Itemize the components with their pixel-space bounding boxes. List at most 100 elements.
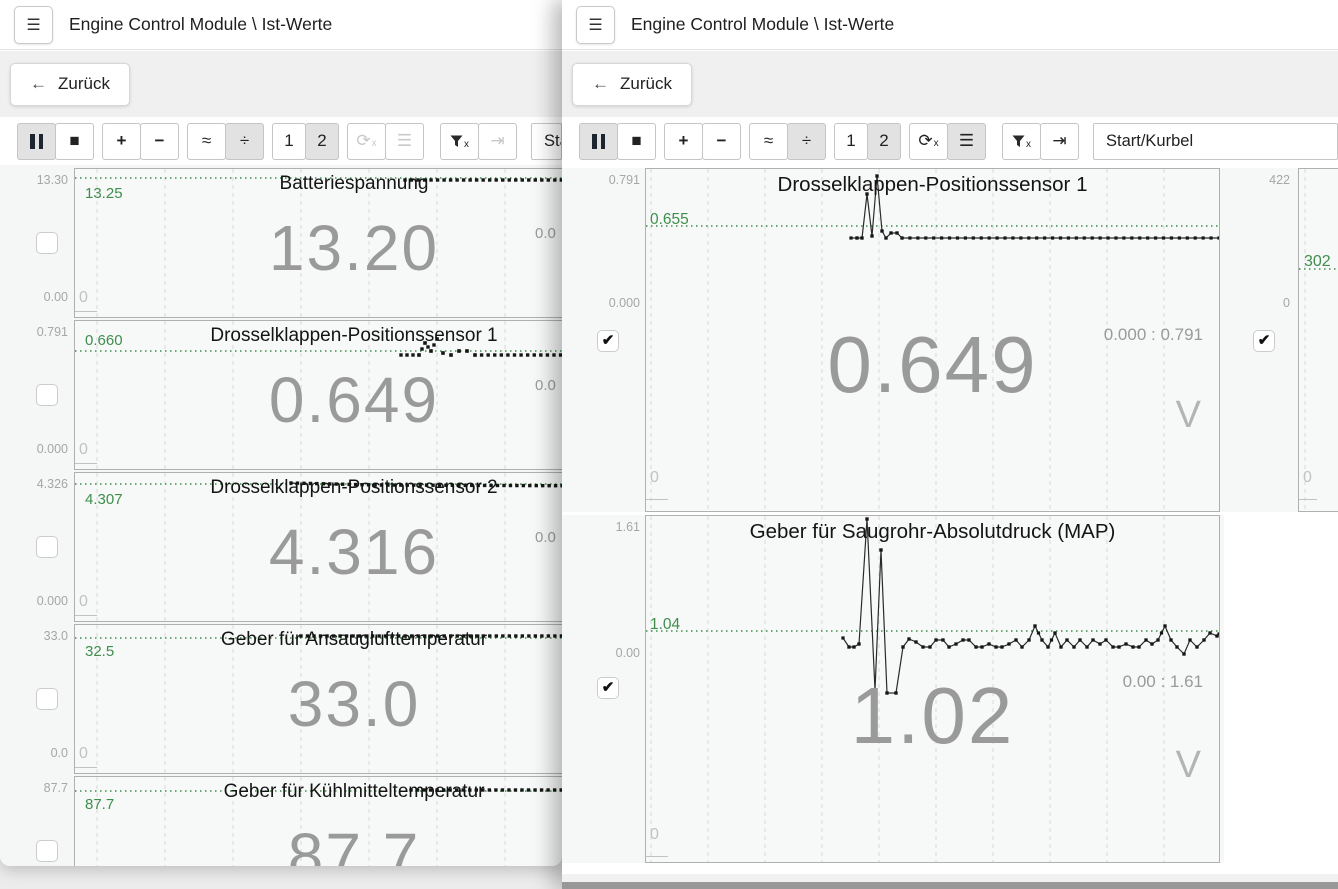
current-value: 0.649 <box>75 363 562 437</box>
current-value: 87.7 <box>75 819 562 866</box>
pause-button[interactable] <box>579 123 618 160</box>
back-button[interactable]: ← Zurück <box>10 63 130 106</box>
panel-checkbox[interactable] <box>597 677 619 699</box>
trigger-label: Sta <box>544 132 562 151</box>
charts-area: 13.30 0.00 Batteriespannung 13.25 13.20 … <box>0 165 562 866</box>
page-1-label: 1 <box>846 131 855 151</box>
refresh-x-icon: ⟳x <box>918 131 938 151</box>
panel-checkbox[interactable] <box>597 330 619 352</box>
zoom-out-button[interactable]: − <box>140 123 179 160</box>
refresh-x-icon: ⟳x <box>356 131 376 151</box>
wave-icon: ≈ <box>202 131 211 151</box>
jump-end-button[interactable]: ⇥ <box>1040 123 1079 160</box>
page-1-button[interactable]: 1 <box>834 123 868 160</box>
jump-end-button[interactable]: ⇥ <box>478 123 517 160</box>
back-button[interactable]: ← Zurück <box>572 63 692 106</box>
origin-label: 0 <box>650 826 659 844</box>
chart-row: 0.791 0.000 Drosselklappen-Positionssens… <box>562 168 1338 512</box>
origin-label: 0 <box>650 469 659 487</box>
origin-label: 0 <box>1303 469 1312 487</box>
panel-checkbox[interactable] <box>36 232 58 254</box>
page-2-button[interactable]: 2 <box>867 123 901 160</box>
curve-mode-button[interactable]: ≈ <box>187 123 226 160</box>
chart-title: Geber für Ansauglufttemperatur <box>75 629 562 651</box>
panel-checkbox[interactable] <box>1253 330 1275 352</box>
split-mode-button[interactable]: ÷ <box>787 123 826 160</box>
range-label: 0.00 : 1.61 <box>1123 672 1203 692</box>
origin-tick <box>75 615 97 616</box>
pause-button[interactable] <box>17 123 56 160</box>
range-label: 0.0 <box>535 225 556 242</box>
chart-row: 87.7 Geber für Kühlmitteltemperatur 87.7… <box>0 776 562 866</box>
window-right: ☰ Engine Control Module \ Ist-Werte ← Zu… <box>562 0 1338 889</box>
list-button[interactable]: ☰ <box>947 123 986 160</box>
divide-icon: ÷ <box>802 131 811 151</box>
chart-panel: Drosselklappen-Positionssensor 1 0.655 0… <box>645 168 1220 512</box>
page-title: Engine Control Module \ Ist-Werte <box>631 14 894 35</box>
chart-title: Geber für Kühlmitteltemperatur <box>75 781 562 803</box>
range-label: 0.000 : 0.791 <box>1104 325 1203 345</box>
list-icon: ☰ <box>397 131 412 151</box>
divide-icon: ÷ <box>240 131 249 151</box>
filter-x-icon: x <box>1012 132 1031 150</box>
plus-icon: + <box>679 131 689 151</box>
y-max-label: 1.61 <box>562 520 640 534</box>
scrollbar-thumb[interactable] <box>562 882 1338 889</box>
zoom-in-button[interactable]: + <box>102 123 141 160</box>
skip-end-icon: ⇥ <box>1052 131 1066 151</box>
filter-clear-button[interactable]: x <box>440 123 479 160</box>
range-label: 0.0 <box>535 377 556 394</box>
plus-icon: + <box>117 131 127 151</box>
curve-mode-button[interactable]: ≈ <box>749 123 788 160</box>
stop-button[interactable]: ■ <box>617 123 656 160</box>
y-max-label: 422 <box>1257 173 1290 187</box>
refresh-clear-button[interactable]: ⟳x <box>909 123 948 160</box>
page-1-button[interactable]: 1 <box>272 123 306 160</box>
chart-panel: Geber für Saugrohr-Absolutdruck (MAP) 1.… <box>645 515 1220 863</box>
chart-panel: Batteriespannung 13.25 13.20 0.0 0 <box>74 168 562 318</box>
list-button[interactable]: ☰ <box>385 123 424 160</box>
chart-row: 1.61 0.00 Geber für Saugrohr-Absolutdruc… <box>562 515 1224 863</box>
menu-icon: ☰ <box>588 15 602 35</box>
y-max-label: 13.30 <box>0 173 68 187</box>
backbar: ← Zurück <box>562 51 1338 117</box>
y-min-label: 0.0 <box>0 746 68 760</box>
chart-title: Batteriespannung <box>75 173 562 195</box>
y-min-label: 0.00 <box>562 646 640 660</box>
chart-row: 4.326 0.000 Drosselklappen-Positionssens… <box>0 472 562 622</box>
zoom-out-button[interactable]: − <box>702 123 741 160</box>
marker-label: 87.7 <box>85 796 114 813</box>
page-2-button[interactable]: 2 <box>305 123 339 160</box>
chart-panel-side: 302 0 <box>1298 168 1338 512</box>
chart-canvas <box>1299 169 1337 511</box>
current-value: 13.20 <box>75 211 562 285</box>
filter-clear-button[interactable]: x <box>1002 123 1041 160</box>
wave-icon: ≈ <box>764 131 773 151</box>
origin-tick <box>1299 499 1317 500</box>
page-1-label: 1 <box>284 131 293 151</box>
panel-checkbox[interactable] <box>36 688 58 710</box>
panel-checkbox[interactable] <box>36 384 58 406</box>
split-mode-button[interactable]: ÷ <box>225 123 264 160</box>
refresh-clear-button[interactable]: ⟳x <box>347 123 386 160</box>
titlebar: ☰ Engine Control Module \ Ist-Werte <box>0 0 562 50</box>
y-max-label: 87.7 <box>0 781 68 795</box>
chart-title: Drosselklappen-Positionssensor 2 <box>75 477 562 499</box>
marker-label: 13.25 <box>85 185 123 202</box>
panel-checkbox[interactable] <box>36 840 58 862</box>
unit-label: V <box>1176 744 1201 787</box>
panel-checkbox[interactable] <box>36 536 58 558</box>
chart-panel: Geber für Ansauglufttemperatur 32.5 33.0… <box>74 624 562 774</box>
pause-icon <box>30 134 43 149</box>
zoom-in-button[interactable]: + <box>664 123 703 160</box>
menu-button[interactable]: ☰ <box>576 6 615 44</box>
back-arrow-icon: ← <box>30 74 47 94</box>
horizontal-scrollbar[interactable] <box>562 874 1338 889</box>
y-min-label: 0.00 <box>0 290 68 304</box>
menu-button[interactable]: ☰ <box>14 6 53 44</box>
stop-button[interactable]: ■ <box>55 123 94 160</box>
trigger-select[interactable]: Sta <box>531 123 562 160</box>
y-min-label: 0.000 <box>0 442 68 456</box>
trigger-select[interactable]: Start/Kurbel <box>1093 123 1338 160</box>
current-value: 33.0 <box>75 667 562 741</box>
